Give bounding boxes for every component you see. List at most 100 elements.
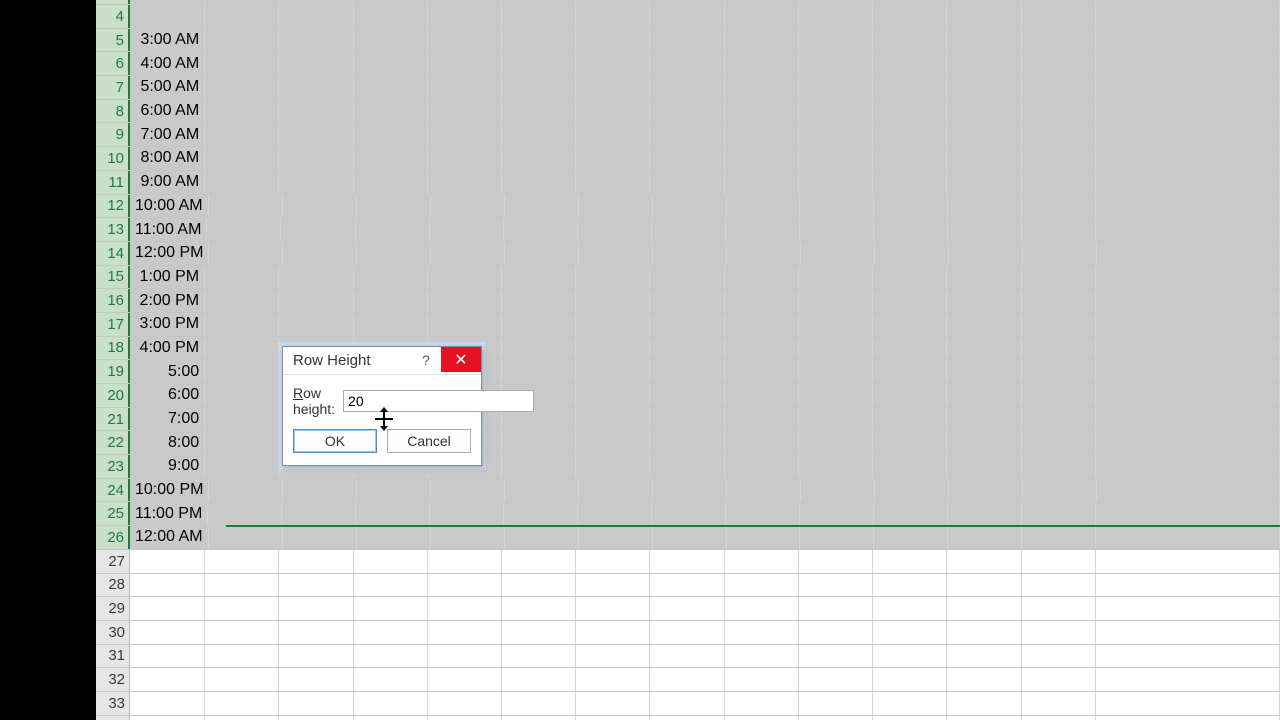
- cell[interactable]: [579, 195, 653, 218]
- cell[interactable]: [873, 171, 947, 194]
- cell[interactable]: 7:00 AM: [130, 123, 205, 146]
- cell[interactable]: [209, 479, 283, 502]
- cell[interactable]: [799, 100, 873, 123]
- row-header[interactable]: 6: [96, 52, 130, 75]
- cell[interactable]: [502, 668, 576, 691]
- cell[interactable]: [1096, 526, 1280, 549]
- cell[interactable]: [579, 479, 653, 502]
- cell[interactable]: [576, 76, 650, 99]
- row-header[interactable]: 22: [96, 431, 130, 454]
- cell[interactable]: [428, 147, 502, 170]
- cell[interactable]: [650, 645, 724, 668]
- cell[interactable]: [874, 526, 948, 549]
- cell[interactable]: 9:00 AM: [130, 171, 205, 194]
- cell[interactable]: [357, 526, 431, 549]
- cell[interactable]: [428, 5, 502, 28]
- cell[interactable]: [130, 0, 205, 4]
- row-header[interactable]: 19: [96, 360, 130, 383]
- cell[interactable]: [799, 147, 873, 170]
- cell[interactable]: [1022, 337, 1096, 360]
- cancel-button[interactable]: Cancel: [387, 429, 471, 453]
- row-header[interactable]: 30: [96, 621, 130, 644]
- cell[interactable]: [354, 52, 428, 75]
- cell[interactable]: [726, 502, 800, 525]
- cell[interactable]: [1096, 574, 1280, 597]
- cell[interactable]: [576, 431, 650, 454]
- cell[interactable]: [356, 218, 430, 241]
- cell[interactable]: [1022, 597, 1096, 620]
- cell[interactable]: [208, 502, 282, 525]
- cell[interactable]: [1096, 289, 1280, 312]
- cell[interactable]: [283, 195, 357, 218]
- cell[interactable]: [205, 716, 279, 720]
- cell[interactable]: [653, 526, 727, 549]
- cell[interactable]: [650, 147, 724, 170]
- cell[interactable]: [650, 455, 724, 478]
- cell[interactable]: [1022, 716, 1096, 720]
- cell[interactable]: [279, 574, 353, 597]
- cell[interactable]: [1022, 360, 1096, 383]
- row-header[interactable]: 31: [96, 645, 130, 668]
- row-header[interactable]: 33: [96, 692, 130, 715]
- cell[interactable]: [431, 195, 505, 218]
- cell[interactable]: [650, 431, 724, 454]
- cell[interactable]: [354, 5, 428, 28]
- cell[interactable]: [725, 574, 799, 597]
- cell[interactable]: [725, 171, 799, 194]
- cell[interactable]: [1096, 29, 1280, 52]
- cell[interactable]: [428, 645, 502, 668]
- cell[interactable]: [947, 5, 1021, 28]
- cell[interactable]: [279, 0, 353, 4]
- cell[interactable]: [650, 266, 724, 289]
- row-header[interactable]: 18: [96, 337, 130, 360]
- cell[interactable]: [1096, 431, 1280, 454]
- cell[interactable]: [357, 242, 431, 265]
- cell[interactable]: [947, 29, 1021, 52]
- cell[interactable]: [279, 171, 353, 194]
- cell[interactable]: [873, 360, 947, 383]
- cell[interactable]: [948, 526, 1022, 549]
- cell[interactable]: [354, 645, 428, 668]
- cell[interactable]: [653, 479, 727, 502]
- cell[interactable]: [800, 218, 874, 241]
- cell[interactable]: [1023, 242, 1097, 265]
- cell[interactable]: [205, 147, 279, 170]
- cell[interactable]: [354, 550, 428, 573]
- cell[interactable]: [1022, 0, 1096, 4]
- cell[interactable]: [283, 479, 357, 502]
- cell[interactable]: [873, 455, 947, 478]
- cell[interactable]: [799, 384, 873, 407]
- cell[interactable]: [576, 147, 650, 170]
- cell[interactable]: [800, 195, 874, 218]
- row-header[interactable]: 15: [96, 266, 130, 289]
- cell[interactable]: [799, 76, 873, 99]
- cell[interactable]: 4:00 PM: [130, 337, 205, 360]
- cell[interactable]: [354, 171, 428, 194]
- cell[interactable]: [947, 597, 1021, 620]
- cell[interactable]: [431, 479, 505, 502]
- row-header[interactable]: 26: [96, 526, 130, 549]
- cell[interactable]: [725, 313, 799, 336]
- cell[interactable]: [947, 360, 1021, 383]
- cell[interactable]: [205, 29, 279, 52]
- cell[interactable]: [205, 431, 279, 454]
- row-header[interactable]: 8: [96, 100, 130, 123]
- cell[interactable]: [725, 266, 799, 289]
- cell[interactable]: [207, 218, 281, 241]
- cell[interactable]: [799, 621, 873, 644]
- cell[interactable]: [725, 692, 799, 715]
- cell[interactable]: [725, 29, 799, 52]
- cell[interactable]: [725, 0, 799, 4]
- cell[interactable]: [873, 431, 947, 454]
- row-header[interactable]: 29: [96, 597, 130, 620]
- cell[interactable]: [1022, 5, 1096, 28]
- cell[interactable]: [576, 29, 650, 52]
- cell[interactable]: [428, 574, 502, 597]
- cell[interactable]: [279, 100, 353, 123]
- cell[interactable]: [504, 218, 578, 241]
- cell[interactable]: [130, 668, 205, 691]
- cell[interactable]: [725, 360, 799, 383]
- cell[interactable]: [873, 408, 947, 431]
- cell[interactable]: 12:00 AM: [130, 526, 209, 549]
- cell[interactable]: [799, 337, 873, 360]
